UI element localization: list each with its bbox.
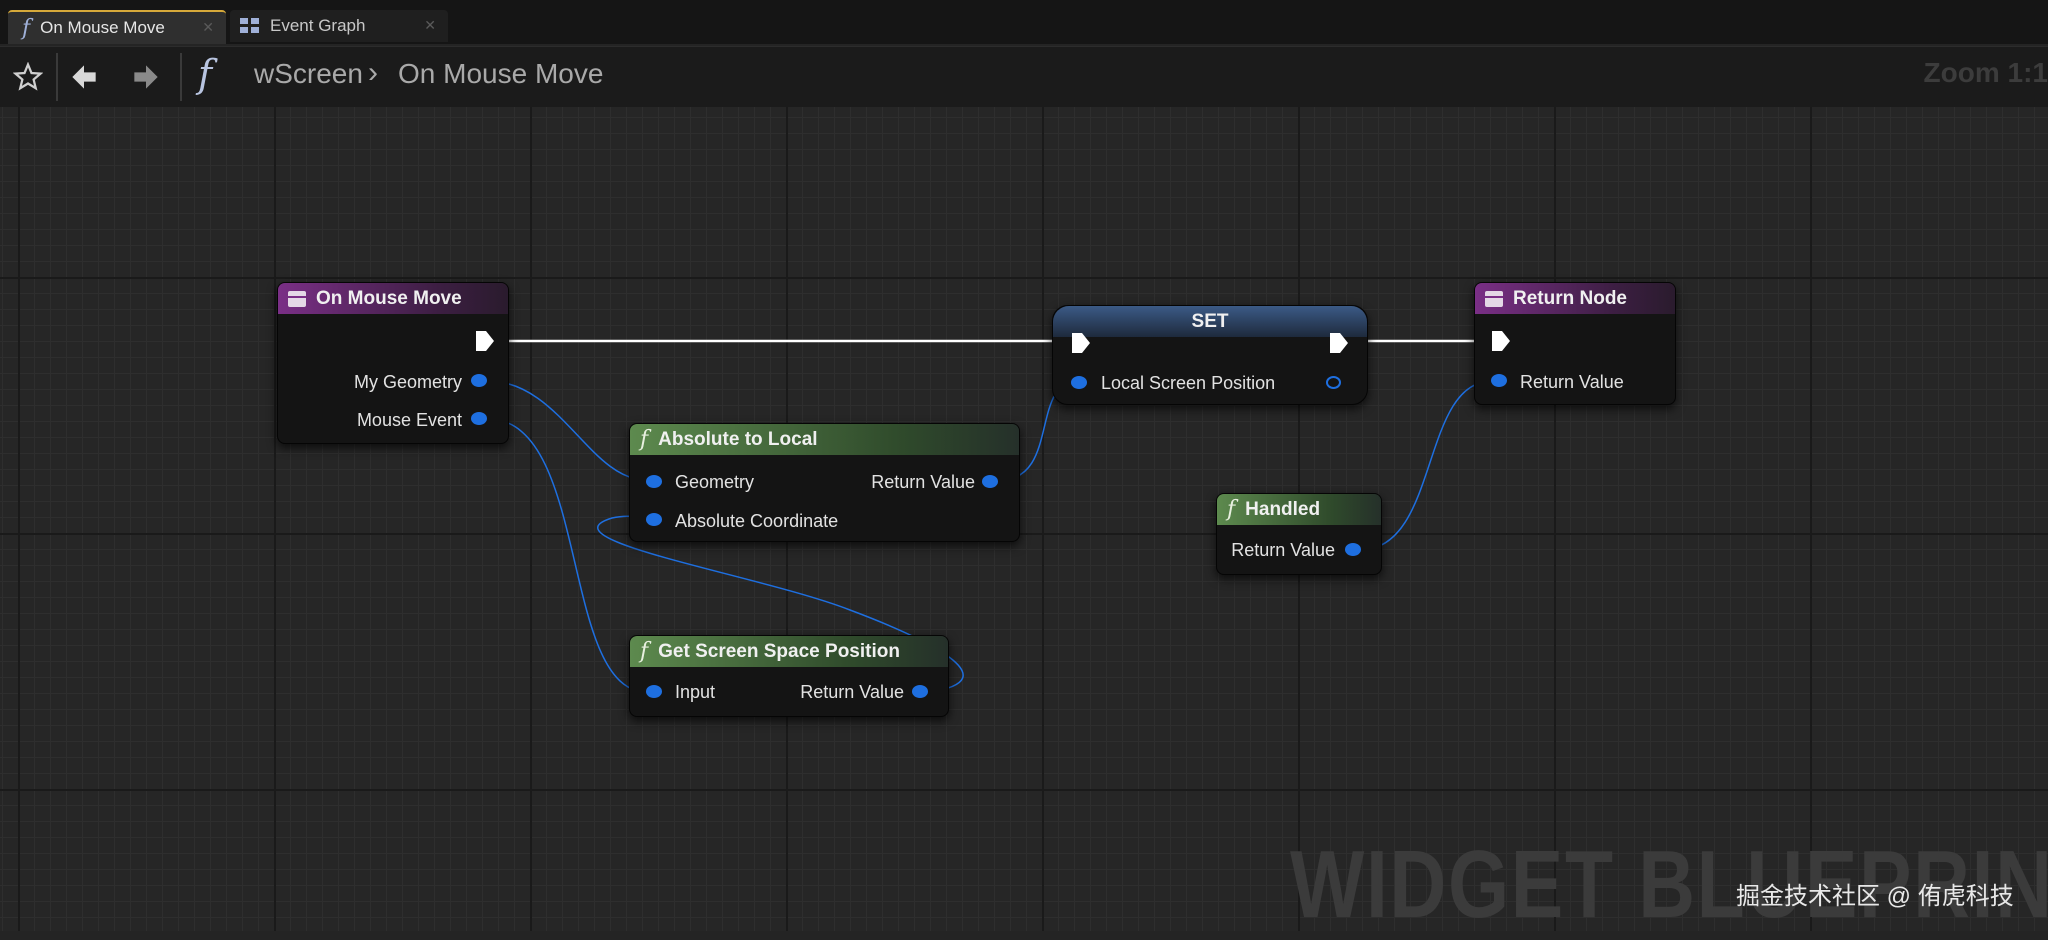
function-icon: f [640,639,649,664]
return-value-pin[interactable] [912,685,928,698]
close-icon[interactable]: ✕ [424,17,436,34]
my-geometry-pin[interactable] [471,374,487,387]
pin-label: Geometry [675,472,755,492]
pin-label: Return Value [800,682,904,702]
node-on-mouse-move[interactable]: On Mouse Move My Geometry Mouse Event [277,282,509,444]
node-return[interactable]: Return Node Return Value [1474,282,1676,405]
exec-out-pin[interactable] [1329,332,1349,354]
tab-on-mouse-move[interactable]: f On Mouse Move ✕ [8,10,226,44]
geometry-pin[interactable] [646,475,662,488]
function-icon: f [22,15,31,41]
node-title: Absolute to Local [658,428,818,450]
forward-button[interactable] [126,57,166,97]
credit-text: 掘金技术社区 @ 侑虎科技 [1736,883,2014,910]
node-title: SET [1191,310,1229,332]
breadcrumb-blueprint[interactable]: wScreen [254,58,363,90]
graph-toolbar: f wScreen › On Mouse Move Zoom 1:1 [0,46,2048,107]
node-set[interactable]: SET Local Screen Position [1052,305,1368,405]
blueprint-graph-canvas[interactable] [0,107,2048,931]
return-value-pin[interactable] [1345,543,1361,556]
node-title: Get Screen Space Position [658,640,900,662]
node-absolute-to-local[interactable]: f Absolute to Local Geometry Absolute Co… [629,423,1020,542]
toolbar-divider [56,53,58,101]
tab-label: Event Graph [270,16,366,35]
return-value-pin[interactable] [1491,374,1507,387]
back-button[interactable] [64,57,104,97]
function-icon: f [198,52,213,96]
return-value-pin[interactable] [982,475,998,488]
pin-label: Absolute Coordinate [675,511,839,531]
event-icon [288,290,306,307]
local-screen-position-in-pin[interactable] [1071,376,1087,389]
node-header: SET [1053,306,1367,337]
node-get-screen-space-position[interactable]: f Get Screen Space Position Input Return… [629,635,949,717]
input-pin[interactable] [646,685,662,698]
arrow-left-icon [72,65,96,89]
node-title: Handled [1245,498,1321,520]
exec-in-pin[interactable] [1071,332,1091,354]
close-icon[interactable]: ✕ [202,19,214,36]
pin-label: Input [675,682,716,702]
graph-icon [240,18,260,34]
node-header: f Handled [1217,494,1381,525]
tab-label: On Mouse Move [40,18,165,37]
breadcrumb-function: On Mouse Move [398,58,604,89]
star-icon [13,62,43,91]
pin-label: My Geometry [353,372,462,392]
pin-label: Return Value [1520,372,1624,392]
tab-bar: f On Mouse Move ✕ Event Graph ✕ [0,0,2048,44]
tab-event-graph[interactable]: Event Graph ✕ [230,10,448,42]
exec-in-pin[interactable] [1491,330,1511,352]
local-screen-position-out-pin[interactable] [1326,376,1341,389]
node-title: Return Node [1513,287,1627,309]
function-icon: f [1227,497,1236,522]
exec-out-pin[interactable] [475,330,495,352]
node-header: On Mouse Move [278,283,508,314]
pin-label: Return Value [871,472,975,492]
zoom-label: Zoom 1:1 [1923,57,2048,88]
mouse-event-pin[interactable] [471,412,487,425]
absolute-coordinate-pin[interactable] [646,513,662,526]
chevron-right-icon: › [368,56,378,89]
function-icon: f [640,427,649,452]
node-header: f Absolute to Local [630,424,1019,455]
favorite-star-button[interactable] [8,57,48,97]
pin-label: Return Value [1231,540,1335,560]
node-handled[interactable]: f Handled Return Value [1216,493,1382,575]
toolbar-divider [180,53,182,101]
event-icon [1485,290,1503,307]
node-title: On Mouse Move [316,287,462,309]
arrow-right-icon [134,65,158,89]
node-header: Return Node [1475,283,1675,314]
pin-label: Local Screen Position [1101,373,1276,393]
pin-label: Mouse Event [356,410,462,430]
node-header: f Get Screen Space Position [630,636,948,667]
